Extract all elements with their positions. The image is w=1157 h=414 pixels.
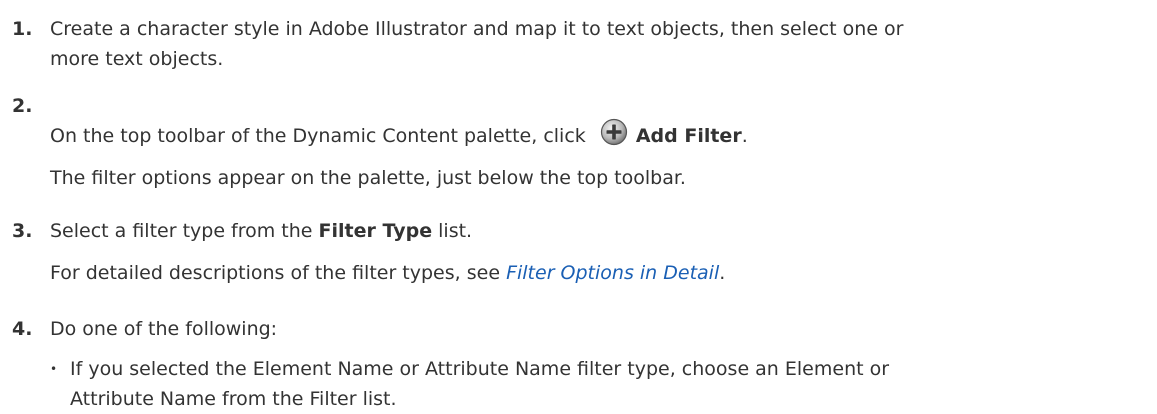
punctuation: . [719,262,726,284]
filter-type-label: Filter Type [318,220,433,242]
add-filter-label: Add Filter [635,125,742,147]
filter-options-link[interactable]: Filter Options in Detail [506,262,719,284]
bullet-text-line: Attribute Name from the Filter list. [70,388,397,410]
procedure-document: 1. Create a character style in Adobe Ill… [0,0,1157,412]
instruction-text: Select a filter type from the [50,220,313,242]
step-text: Create a character style in Adobe Illust… [50,14,1150,74]
step-text: Do one of the following: [50,314,1150,344]
instruction-text: list. [438,220,473,242]
step-text-line: Do one of the following: [50,318,278,340]
step-text-line: On the top toolbar of the Dynamic Conten… [50,118,1150,151]
step-number: 3. [12,220,33,242]
step-number: 1. [12,18,33,40]
bullet-marker: • [50,362,58,376]
step-text: Select a filter type from the Filter Typ… [50,216,1150,288]
punctuation: . [741,125,748,147]
add-circle-icon [600,118,628,146]
bullet-text-line: If you selected the Element Name or Attr… [70,358,890,380]
step-text-line: more text objects. [50,48,224,70]
step-text-line: Select a filter type from the Filter Typ… [50,216,1150,246]
bullet-text: If you selected the Element Name or Attr… [70,354,1157,414]
result-text: The filter options appear on the palette… [50,167,686,189]
note-text: For detailed descriptions of the filter … [50,258,1150,288]
step-text-line: Create a character style in Adobe Illust… [50,18,904,40]
step-text: On the top toolbar of the Dynamic Conten… [50,118,1150,193]
step-number: 4. [12,318,33,340]
note-prefix: For detailed descriptions of the filter … [50,262,501,284]
instruction-text: On the top toolbar of the Dynamic Conten… [50,125,586,147]
step-number: 2. [12,95,33,117]
